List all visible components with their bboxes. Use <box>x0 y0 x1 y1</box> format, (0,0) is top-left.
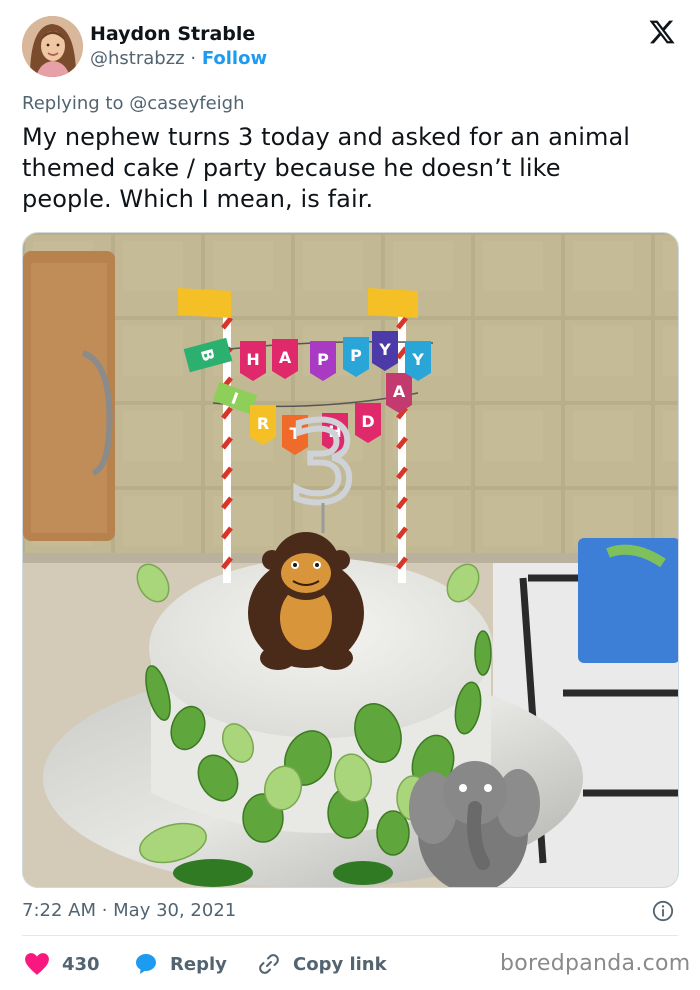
author-handle[interactable]: @hstrabzz <box>90 48 185 69</box>
reply-button[interactable]: Reply <box>134 950 227 978</box>
tweet-header: Haydon Strable @hstrabzz · Follow <box>22 16 678 78</box>
cake-photo: B H A P P Y I R T H D A Y 3 <box>23 233 678 887</box>
reply-label: Reply <box>170 953 227 975</box>
info-icon[interactable] <box>652 900 674 922</box>
link-icon <box>259 954 279 974</box>
banner-letter: D <box>361 412 374 431</box>
banner-letter: R <box>257 414 269 433</box>
separator-dot: · <box>190 48 197 69</box>
x-logo-icon[interactable] <box>648 18 676 46</box>
avatar[interactable] <box>22 16 83 77</box>
tweet-timestamp[interactable]: 7:22 AM · May 30, 2021 <box>22 900 236 921</box>
tweet-text-line-3: people. Which I mean, is fair. <box>22 185 374 213</box>
banner-letter: H <box>246 350 259 369</box>
banner-letter: A <box>279 348 292 367</box>
like-count: 430 <box>62 953 100 975</box>
banner-letter: P <box>350 346 362 365</box>
replying-to[interactable]: Replying to @caseyfeigh <box>22 93 244 114</box>
banner-letter: Y <box>378 340 391 359</box>
follow-button[interactable]: Follow <box>202 48 267 69</box>
action-bar: 430 Reply Copy link boredpanda.com <box>22 950 692 978</box>
copy-link-label: Copy link <box>293 953 387 975</box>
banner-letter: Y <box>411 350 424 369</box>
tweet-text-line-1: My nephew turns 3 today and asked for an… <box>22 123 631 151</box>
reply-bubble-icon <box>136 954 156 974</box>
banner-letter: A <box>393 382 406 401</box>
author-meta: @hstrabzz · Follow <box>90 46 267 72</box>
author-name[interactable]: Haydon Strable <box>90 22 267 46</box>
banner-letter: P <box>317 350 329 369</box>
tweet-text-line-2: themed cake / party because he doesn’t l… <box>22 154 561 182</box>
heart-icon <box>25 953 49 975</box>
copy-link-button[interactable]: Copy link <box>257 950 387 978</box>
tweet-text: My nephew turns 3 today and asked for an… <box>22 122 682 215</box>
watermark: boredpanda.com <box>500 951 691 976</box>
divider <box>22 935 678 936</box>
like-button[interactable]: 430 <box>24 950 100 978</box>
tweet-photo[interactable]: B H A P P Y I R T H D A Y 3 <box>22 232 679 888</box>
author-block: Haydon Strable @hstrabzz · Follow <box>90 22 267 72</box>
